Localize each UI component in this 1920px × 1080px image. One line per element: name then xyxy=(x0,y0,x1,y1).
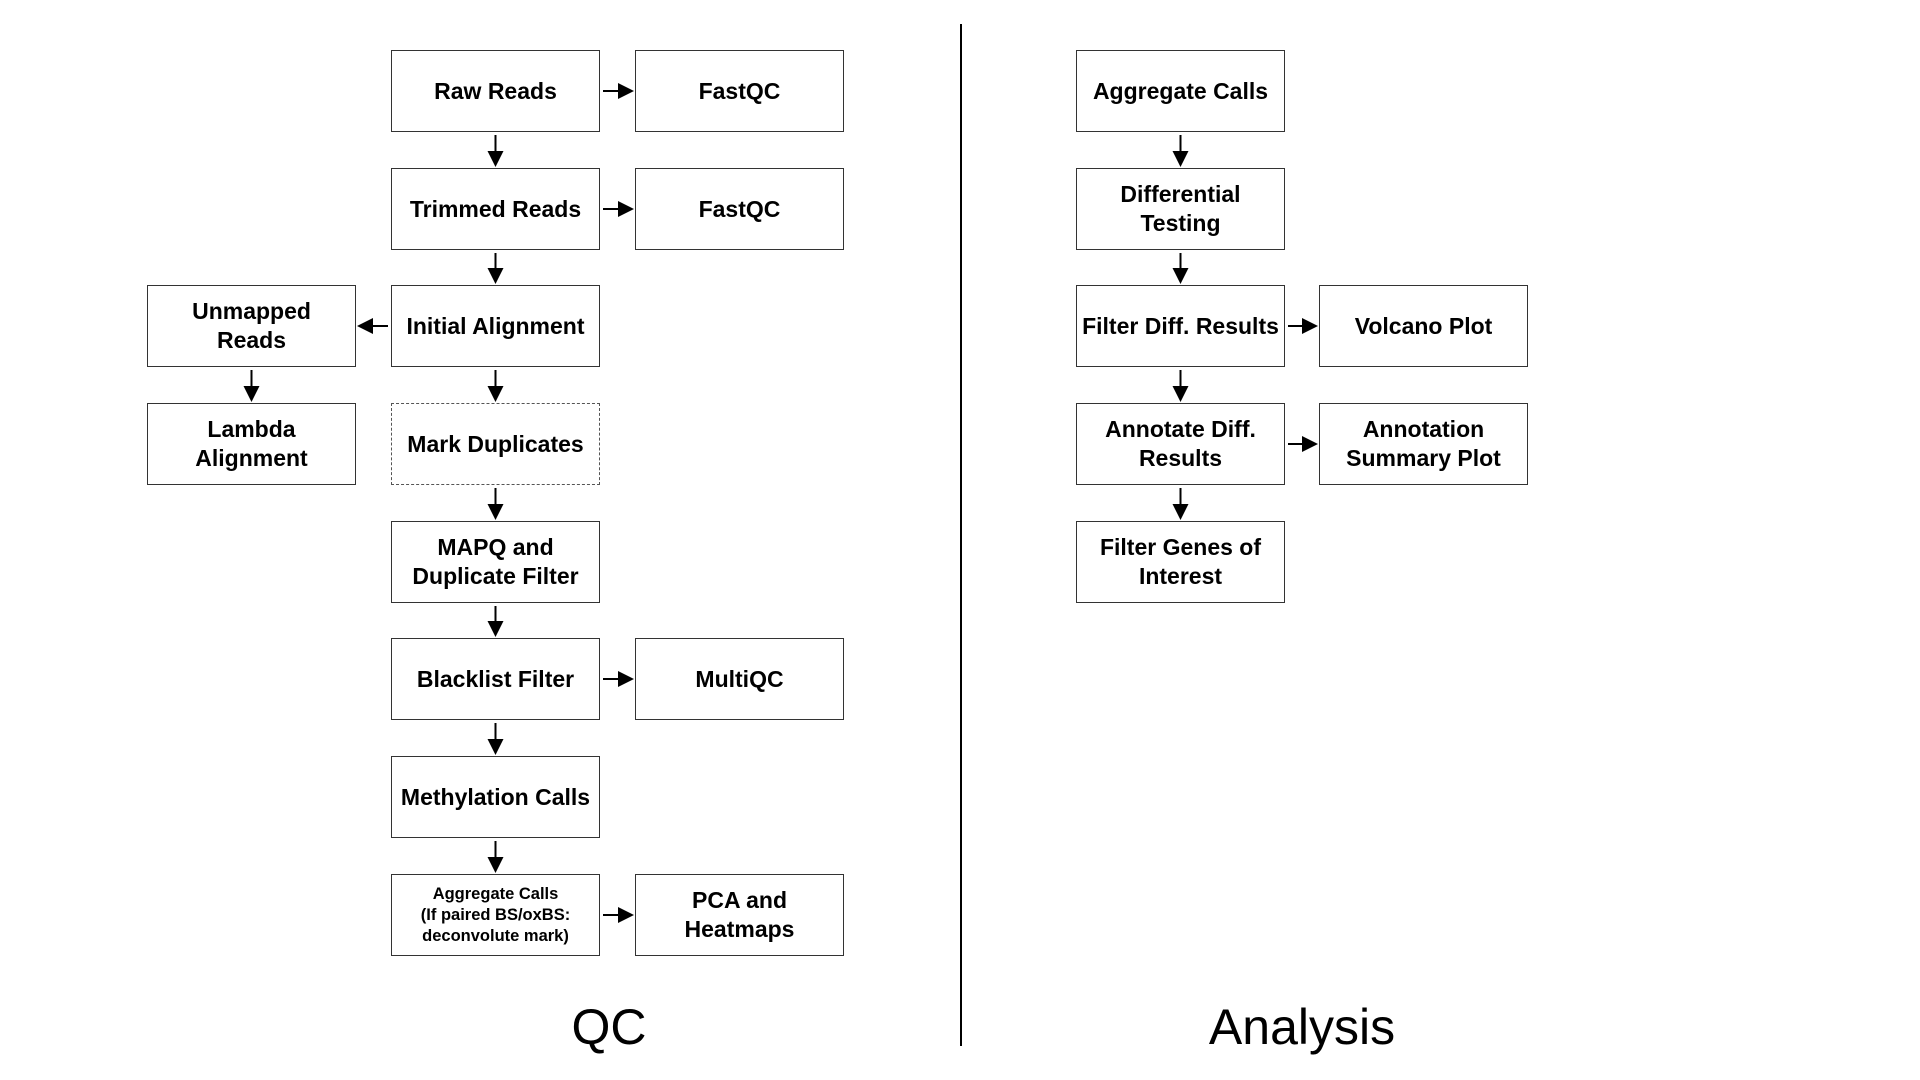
node-raw-reads: Raw Reads xyxy=(391,50,600,132)
node-volcano-plot: Volcano Plot xyxy=(1319,285,1528,367)
node-fastqc-1: FastQC xyxy=(635,50,844,132)
node-methylation-calls: Methylation Calls xyxy=(391,756,600,838)
node-pca-heatmaps: PCA and Heatmaps xyxy=(635,874,844,956)
arrows-layer xyxy=(243,83,1318,923)
node-filter-genes: Filter Genes of Interest xyxy=(1076,521,1285,603)
node-mark-duplicates: Mark Duplicates xyxy=(391,403,600,485)
node-multiqc: MultiQC xyxy=(635,638,844,720)
node-filter-diff-results: Filter Diff. Results xyxy=(1076,285,1285,367)
node-differential-testing: Differential Testing xyxy=(1076,168,1285,250)
node-annotation-summary-plot: Annotation Summary Plot xyxy=(1319,403,1528,485)
node-annotate-diff-results: Annotate Diff. Results xyxy=(1076,403,1285,485)
node-lambda-alignment: Lambda Alignment xyxy=(147,403,356,485)
node-mapq-filter: MAPQ and Duplicate Filter xyxy=(391,521,600,603)
section-label-analysis: Analysis xyxy=(1208,999,1396,1055)
node-unmapped-reads: Unmapped Reads xyxy=(147,285,356,367)
node-aggregate-calls: Aggregate Calls xyxy=(1076,50,1285,132)
node-aggregate-calls-qc: Aggregate Calls (If paired BS/oxBS: deco… xyxy=(391,874,600,956)
node-fastqc-2: FastQC xyxy=(635,168,844,250)
section-label-qc: QC xyxy=(571,999,647,1055)
node-initial-alignment: Initial Alignment xyxy=(391,285,600,367)
node-blacklist-filter: Blacklist Filter xyxy=(391,638,600,720)
node-trimmed-reads: Trimmed Reads xyxy=(391,168,600,250)
